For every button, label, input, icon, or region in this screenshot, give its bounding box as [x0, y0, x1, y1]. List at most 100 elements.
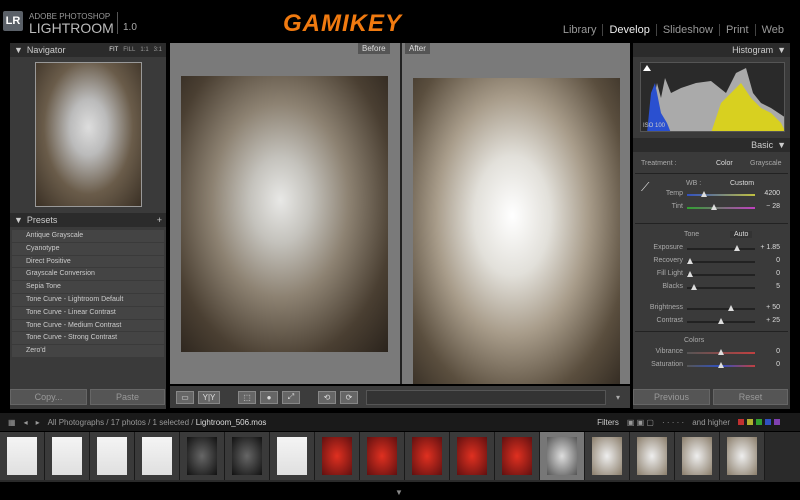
preset-item[interactable]: Cyanotype — [12, 242, 164, 256]
filmstrip-thumb[interactable] — [585, 432, 630, 480]
filmstrip-thumb[interactable] — [270, 432, 315, 480]
after-image[interactable] — [413, 78, 620, 384]
tint-value[interactable]: − 28 — [766, 203, 780, 210]
temp-value[interactable]: 4200 — [764, 190, 780, 197]
slider-knob[interactable] — [687, 271, 694, 277]
preset-item[interactable]: Antique Grayscale — [12, 230, 164, 243]
crop-icon[interactable]: ⬚ — [238, 390, 256, 404]
histogram-header[interactable]: Histogram ▼ — [633, 43, 790, 57]
exposure-value[interactable]: + 1.85 — [760, 244, 780, 251]
fill-light-slider[interactable] — [687, 271, 755, 277]
slider-knob[interactable] — [687, 258, 694, 264]
preset-item[interactable]: Tone Curve - Linear Contrast — [12, 306, 164, 320]
auto-button[interactable]: Auto — [730, 231, 753, 238]
zoom-3-1[interactable]: 3:1 — [154, 47, 162, 53]
color-label-swatch[interactable] — [765, 419, 771, 425]
filmstrip-thumb[interactable] — [360, 432, 405, 480]
forward-arrow-icon[interactable]: ▸ — [36, 418, 40, 427]
filmstrip-thumb[interactable] — [135, 432, 180, 480]
slider-knob[interactable] — [718, 318, 724, 324]
toolbar-menu-icon[interactable]: ▾ — [616, 393, 620, 402]
module-web[interactable]: Web — [754, 24, 790, 36]
color-label-swatch[interactable] — [774, 419, 780, 425]
add-preset-icon[interactable]: + — [157, 215, 162, 225]
recovery-slider[interactable] — [687, 258, 755, 264]
navigator-header[interactable]: ▼ Navigator FIT FILL 1:1 3:1 — [10, 43, 166, 57]
filmstrip-thumb[interactable] — [180, 432, 225, 480]
slider-knob[interactable] — [733, 245, 740, 251]
flag-filter-icons[interactable]: ▣ ▣ ▢ — [627, 418, 654, 427]
color-label-swatch[interactable] — [738, 419, 744, 425]
grid-icon[interactable]: ▦ — [8, 418, 16, 427]
slider-knob[interactable] — [728, 305, 735, 311]
toolbar-content-field[interactable] — [366, 389, 606, 405]
presets-header[interactable]: ▼ Presets + — [10, 213, 166, 227]
filmstrip-thumb[interactable] — [315, 432, 360, 480]
module-develop[interactable]: Develop — [602, 24, 655, 36]
filmstrip-thumb[interactable] — [495, 432, 540, 480]
vibrance-value[interactable]: 0 — [776, 348, 780, 355]
filmstrip-thumb[interactable] — [630, 432, 675, 480]
basic-header[interactable]: Basic ▼ — [633, 138, 790, 152]
reset-button[interactable]: Reset — [713, 389, 788, 405]
brightness-slider[interactable] — [687, 305, 755, 311]
filters-label[interactable]: Filters — [597, 418, 619, 427]
treatment-grayscale[interactable]: Grayscale — [750, 160, 782, 167]
blacks-slider[interactable] — [687, 284, 755, 290]
preset-item[interactable]: Direct Positive — [12, 255, 164, 269]
preset-item[interactable]: Tone Curve - Strong Contrast — [12, 332, 164, 346]
saturation-value[interactable]: 0 — [776, 361, 780, 368]
filmstrip-toggle-icon[interactable]: ▼ — [395, 488, 403, 497]
contrast-value[interactable]: + 25 — [766, 317, 780, 324]
eyedropper-icon[interactable]: ⟋ — [641, 180, 649, 195]
filmstrip-thumb[interactable] — [720, 432, 765, 480]
copy-button[interactable]: Copy... — [10, 389, 87, 405]
preset-item[interactable]: Zero'd — [12, 345, 164, 358]
filmstrip-thumb[interactable] — [45, 432, 90, 480]
module-slideshow[interactable]: Slideshow — [655, 24, 719, 36]
blacks-value[interactable]: 5 — [776, 283, 780, 290]
source-path[interactable]: All Photographs / 17 photos / 1 selected… — [48, 418, 267, 427]
rotate-left-icon[interactable]: ⟲ — [318, 390, 336, 404]
navigator-preview[interactable] — [35, 62, 142, 207]
slider-knob[interactable] — [701, 191, 707, 197]
star-filter[interactable]: · · · · · — [662, 418, 684, 427]
zoom-fit[interactable]: FIT — [109, 47, 118, 53]
filmstrip-thumb[interactable] — [675, 432, 720, 480]
slider-knob[interactable] — [718, 362, 724, 368]
module-library[interactable]: Library — [557, 24, 603, 36]
color-label-swatch[interactable] — [756, 419, 762, 425]
before-after-button[interactable]: Y|Y — [198, 390, 220, 404]
preset-item[interactable]: Sepia Tone — [12, 281, 164, 294]
preset-item[interactable]: Tone Curve - Lightroom Default — [12, 293, 164, 307]
tint-slider[interactable] — [687, 204, 755, 210]
filmstrip-thumb[interactable] — [90, 432, 135, 480]
spot-removal-icon[interactable]: ● — [260, 390, 278, 404]
filmstrip-thumb[interactable] — [450, 432, 495, 480]
contrast-slider[interactable] — [687, 318, 755, 324]
loupe-view-icon[interactable]: ▭ — [176, 390, 194, 404]
saturation-slider[interactable] — [687, 362, 755, 368]
slider-knob[interactable] — [711, 204, 718, 210]
brightness-value[interactable]: + 50 — [766, 304, 780, 311]
filmstrip-thumb[interactable] — [405, 432, 450, 480]
color-label-swatch[interactable] — [747, 419, 753, 425]
slider-knob[interactable] — [718, 349, 724, 355]
treatment-color[interactable]: Color — [716, 160, 733, 167]
filmstrip-thumb[interactable] — [540, 432, 585, 480]
filmstrip-thumb[interactable] — [225, 432, 270, 480]
temp-slider[interactable] — [687, 191, 755, 197]
before-image[interactable] — [181, 76, 388, 352]
paste-button[interactable]: Paste — [90, 389, 165, 405]
fill-light-value[interactable]: 0 — [776, 270, 780, 277]
preset-item[interactable]: Tone Curve - Medium Contrast — [12, 319, 164, 333]
back-arrow-icon[interactable]: ◂ — [24, 418, 28, 427]
preset-item[interactable]: Grayscale Conversion — [12, 268, 164, 282]
slider-knob[interactable] — [690, 284, 697, 290]
rotate-right-icon[interactable]: ⟳ — [340, 390, 358, 404]
rating-dropdown[interactable]: and higher — [692, 418, 730, 427]
recovery-value[interactable]: 0 — [776, 257, 780, 264]
red-eye-icon[interactable]: ⤢ — [282, 390, 300, 404]
wb-dropdown[interactable]: Custom — [730, 180, 754, 187]
vibrance-slider[interactable] — [687, 349, 755, 355]
